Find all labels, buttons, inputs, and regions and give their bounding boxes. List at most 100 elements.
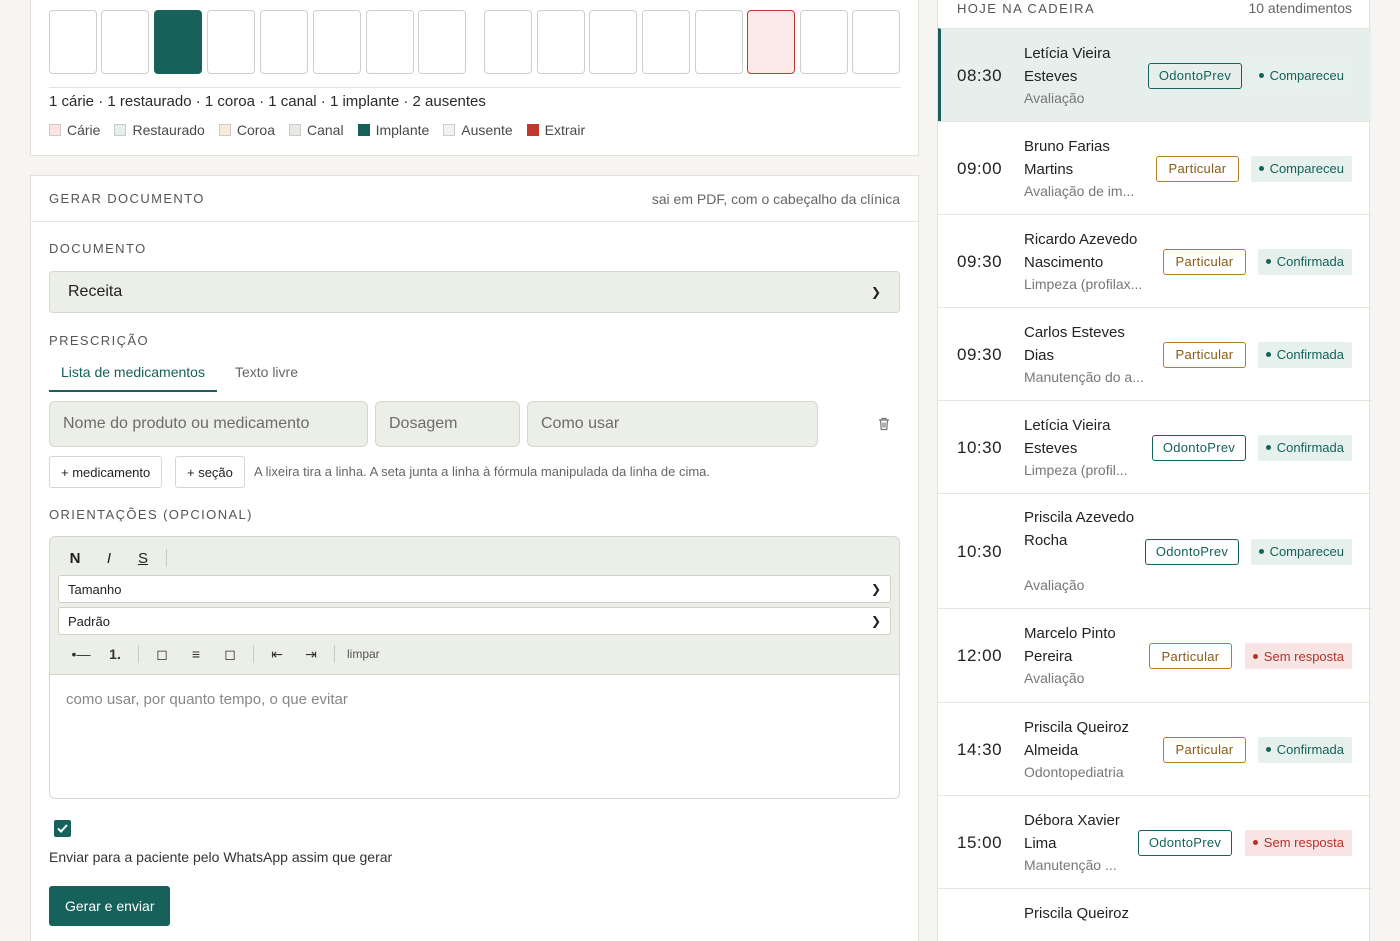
indent-icon[interactable]: ⇥ bbox=[294, 646, 328, 663]
tooth-implant[interactable] bbox=[154, 10, 202, 74]
size-select[interactable]: Tamanho ❯ bbox=[58, 575, 891, 603]
italic-button[interactable]: I bbox=[92, 550, 126, 567]
tooth[interactable] bbox=[207, 10, 255, 74]
legend-item: Restaurado bbox=[114, 122, 205, 138]
procedure: Avaliação de im... bbox=[1024, 182, 1135, 199]
strike-button[interactable]: S bbox=[126, 550, 160, 567]
odontogram-legend: Cárie Restaurado Coroa Canal Implante Ausente… bbox=[49, 122, 585, 138]
prescription-label: PRESCRIÇÃO bbox=[49, 333, 149, 348]
insurance-badge: Particular bbox=[1156, 155, 1239, 182]
legend-item: Coroa bbox=[218, 122, 275, 138]
status-badge: Confirmada bbox=[1257, 434, 1352, 461]
generate-send-button[interactable]: Gerar e enviar bbox=[49, 886, 171, 926]
bold-button[interactable]: N bbox=[58, 550, 92, 567]
patient-name: Letícia Vieira Esteves bbox=[1024, 44, 1111, 85]
appointment-row[interactable]: 12:00 Marcelo Pinto Pereira Avaliação Parti… bbox=[938, 608, 1371, 702]
appointment-row[interactable]: 09:30 Ricardo Azevedo Nascimento Limpeza (… bbox=[938, 214, 1371, 307]
outdent-icon[interactable]: ⇤ bbox=[260, 646, 294, 663]
today-schedule-panel: HOJE NA CADEIRA 10 atendimentos 08:30 Let… bbox=[937, 0, 1371, 941]
appointment-row[interactable]: 09:30 Carlos Esteves Dias Manutenção do a.… bbox=[938, 307, 1371, 400]
procedure: Avaliação bbox=[1024, 89, 1085, 106]
tooth-extract[interactable] bbox=[747, 10, 795, 74]
check-icon bbox=[57, 824, 68, 833]
status-badge: Compareceu bbox=[1250, 538, 1352, 565]
document-type-select[interactable]: Receita ❯ bbox=[49, 271, 900, 313]
insurance-badge: OdontoPrev bbox=[1145, 538, 1239, 565]
font-select[interactable]: Padrão ❯ bbox=[58, 607, 891, 635]
status-badge: Sem resposta bbox=[1244, 829, 1352, 856]
add-medication-button[interactable]: + medicamento bbox=[49, 456, 163, 488]
odontogram-summary: 1 cárie · 1 restaurado · 1 coroa · 1 can… bbox=[49, 93, 486, 110]
teeth-row bbox=[49, 10, 901, 74]
appointment-row[interactable]: 15:00 Débora Xavier Lima Manutenção ... Odo… bbox=[938, 795, 1371, 888]
tooth[interactable] bbox=[852, 10, 900, 74]
align-center-icon[interactable]: ≡ bbox=[179, 646, 213, 662]
align-right-icon[interactable]: ◻ bbox=[213, 646, 247, 663]
legend-label: Canal bbox=[307, 122, 344, 138]
appointment-row[interactable]: Priscila Queiroz bbox=[938, 888, 1371, 941]
status-badge: Compareceu bbox=[1250, 155, 1352, 182]
status-badge: Confirmada bbox=[1257, 736, 1352, 763]
appointment-time: 15:00 bbox=[957, 832, 1003, 852]
tooth[interactable] bbox=[260, 10, 308, 74]
tooth[interactable] bbox=[484, 10, 532, 74]
tooth[interactable] bbox=[695, 10, 743, 74]
status-badge: Sem resposta bbox=[1244, 643, 1352, 669]
whatsapp-checkbox[interactable] bbox=[54, 820, 71, 837]
editor-text-area[interactable]: como usar, por quanto tempo, o que evita… bbox=[50, 675, 899, 724]
appointment-time: 09:00 bbox=[957, 158, 1003, 178]
tooth[interactable] bbox=[418, 10, 466, 74]
size-select-value: Tamanho bbox=[68, 581, 122, 597]
add-section-button[interactable]: + seção bbox=[175, 456, 245, 488]
patient-name: Priscila Queiroz Almeida bbox=[1024, 718, 1130, 759]
appointment-row[interactable]: 09:00 Bruno Farias Martins Avaliação de im… bbox=[938, 121, 1371, 214]
legend-swatch bbox=[114, 124, 127, 136]
trash-icon[interactable] bbox=[876, 416, 892, 432]
legend-label: Coroa bbox=[236, 122, 275, 138]
appointment-row[interactable]: 08:30 Letícia Vieira Esteves Avaliação Odon… bbox=[938, 28, 1371, 121]
medication-input[interactable]: Nome do produto ou medicamento bbox=[49, 401, 368, 447]
tab-medication-list[interactable]: Lista de medicamentos bbox=[49, 356, 217, 392]
status-label: Compareceu bbox=[1269, 68, 1344, 83]
tooth[interactable] bbox=[800, 10, 848, 74]
legend-item: Extrair bbox=[526, 122, 586, 138]
appointment-time: 08:30 bbox=[957, 65, 1003, 85]
insurance-badge: OdontoPrev bbox=[1152, 434, 1246, 461]
patient-name: Carlos Esteves Dias bbox=[1024, 323, 1125, 364]
clear-format-button[interactable]: limpar bbox=[347, 647, 380, 661]
procedure: Avaliação bbox=[1024, 670, 1085, 686]
appointment-row[interactable]: 10:30 Priscila Azevedo Rocha Avaliação Odon… bbox=[938, 493, 1371, 608]
appointment-count: 10 atendimentos bbox=[1248, 0, 1352, 16]
insurance-badge: Particular bbox=[1163, 248, 1246, 275]
dosage-input[interactable]: Dosagem bbox=[375, 401, 520, 447]
appointment-time: 10:30 bbox=[957, 541, 1003, 561]
bullet-list-button[interactable]: •— bbox=[64, 646, 98, 662]
align-left-icon[interactable]: ◻ bbox=[145, 646, 179, 663]
tooth[interactable] bbox=[642, 10, 690, 74]
usage-input[interactable]: Como usar bbox=[527, 401, 818, 447]
patient-name: Marcelo Pinto Pereira bbox=[1024, 625, 1116, 665]
tooth[interactable] bbox=[101, 10, 149, 74]
tooth[interactable] bbox=[313, 10, 361, 74]
orientations-editor: N I S Tamanho ❯ Padrão ❯ •— 1. ◻ ≡ ◻ ⇤ ⇥… bbox=[49, 536, 900, 799]
ordered-list-button[interactable]: 1. bbox=[98, 646, 132, 662]
tooth[interactable] bbox=[589, 10, 637, 74]
status-label: Confirmada bbox=[1276, 440, 1344, 455]
status-label: Confirmada bbox=[1276, 254, 1344, 269]
tooth[interactable] bbox=[366, 10, 414, 74]
tab-free-text[interactable]: Texto livre bbox=[223, 356, 310, 392]
legend-label: Extrair bbox=[544, 122, 586, 138]
toolbar-divider bbox=[138, 645, 139, 663]
orientations-label: ORIENTAÇÕES (OPCIONAL) bbox=[49, 507, 253, 522]
tooth[interactable] bbox=[49, 10, 97, 74]
appointment-row[interactable]: 10:30 Letícia Vieira Esteves Limpeza (prof… bbox=[938, 400, 1371, 493]
appointment-row[interactable]: 14:30 Priscila Queiroz Almeida Odontopedia… bbox=[938, 702, 1371, 795]
tooth[interactable] bbox=[537, 10, 585, 74]
legend-label: Ausente bbox=[461, 122, 513, 138]
appointment-time: 12:00 bbox=[957, 646, 1003, 665]
procedure: Limpeza (profilax... bbox=[1024, 275, 1143, 292]
status-badge: Compareceu bbox=[1250, 62, 1352, 89]
odontogram-card: 1 cárie · 1 restaurado · 1 coroa · 1 can… bbox=[30, 0, 919, 156]
toolbar-divider bbox=[166, 549, 167, 567]
document-type-value: Receita bbox=[68, 283, 123, 300]
